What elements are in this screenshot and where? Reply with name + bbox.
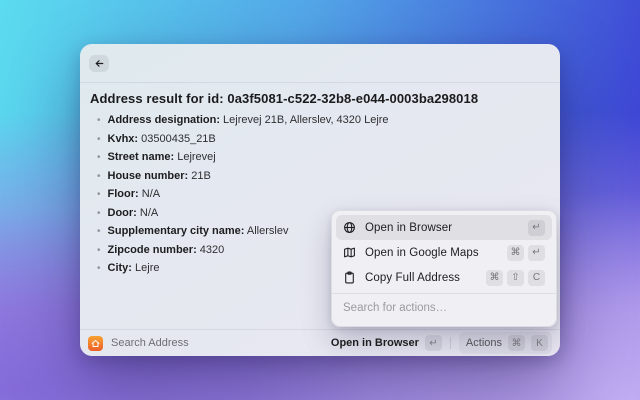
key-c: C (528, 269, 545, 286)
footer-app-name: Search Address (111, 337, 189, 349)
key-shift: ⇧ (507, 269, 524, 286)
menu-item-copy-full-address[interactable]: Copy Full Address ⌘ ⇧ C (336, 265, 552, 290)
page-title: Address result for id: 0a3f5081-c522-32b… (90, 91, 479, 106)
key-cmd: ⌘ (507, 244, 524, 261)
bullet-icon: • (97, 244, 101, 256)
home-icon (91, 339, 100, 348)
bullet-icon: • (97, 115, 101, 126)
actions-search-input[interactable] (343, 302, 545, 314)
clipboard-icon (343, 271, 356, 284)
bullet-icon: • (97, 152, 101, 163)
key-return: ↵ (528, 244, 545, 261)
bullet-icon: • (97, 170, 101, 182)
raycast-window: Address result for id: 0a3f5081-c522-32b… (80, 44, 560, 356)
field-kvhx: • Kvhx: 03500435_21B (97, 132, 216, 145)
key-return: ↵ (528, 219, 545, 236)
bullet-icon: • (97, 263, 101, 274)
footer-actions-button[interactable]: Actions ⌘ K (458, 332, 552, 354)
search-address-app-icon (88, 335, 103, 351)
field-house-number: • House number: 21B (97, 169, 211, 182)
footer-primary-action[interactable]: Open in Browser ↵ (331, 335, 442, 351)
actions-popup: Open in Browser ↵ Open in Google Maps ⌘ … (331, 210, 557, 327)
actions-search (336, 294, 552, 322)
bullet-icon: • (97, 189, 101, 200)
key-k: K (531, 335, 548, 351)
field-street-name: • Street name: Lejrevej (97, 151, 216, 164)
arrow-left-icon (94, 58, 105, 69)
bullet-icon: • (97, 226, 101, 237)
key-return: ↵ (424, 335, 442, 351)
map-icon (343, 246, 356, 259)
footer-bar: Search Address Open in Browser ↵ Actions… (80, 329, 560, 356)
menu-item-open-in-google-maps[interactable]: Open in Google Maps ⌘ ↵ (336, 240, 552, 265)
field-floor: • Floor: N/A (97, 188, 161, 201)
globe-icon (343, 221, 356, 234)
menu-item-open-in-browser[interactable]: Open in Browser ↵ (336, 215, 552, 240)
titlebar (80, 44, 560, 83)
bullet-icon: • (97, 133, 101, 145)
field-address-designation: • Address designation: Lejrevej 21B, Alle… (97, 114, 389, 127)
key-cmd: ⌘ (486, 269, 503, 286)
back-button[interactable] (89, 54, 109, 72)
key-cmd: ⌘ (508, 335, 525, 351)
footer-divider (449, 337, 451, 349)
bullet-icon: • (97, 207, 101, 219)
